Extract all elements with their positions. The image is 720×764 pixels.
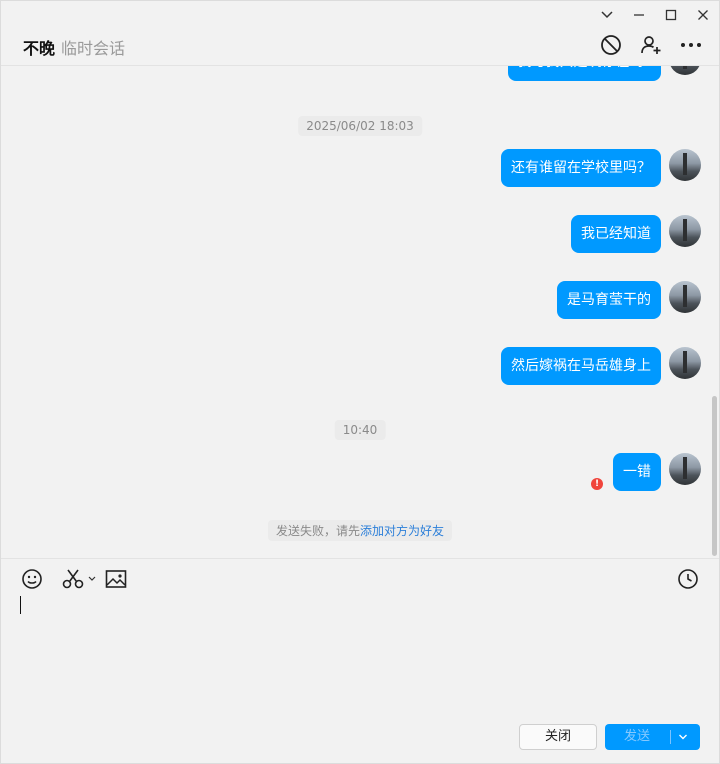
message-row: 一错 bbox=[613, 453, 701, 491]
add-friend-link[interactable]: 添加对方为好友 bbox=[360, 524, 444, 538]
message-row: 我与我共建筑存在吗? bbox=[507, 66, 701, 81]
block-icon[interactable] bbox=[597, 31, 625, 59]
avatar[interactable] bbox=[669, 215, 701, 247]
timestamp: 10:40 bbox=[334, 420, 386, 440]
message-row: 我已经知道 bbox=[571, 215, 701, 253]
chat-header: 不晚 临时会话 bbox=[1, 27, 719, 66]
scissors-icon[interactable] bbox=[61, 567, 85, 591]
send-failed-icon[interactable]: ! bbox=[591, 478, 603, 490]
image-icon[interactable] bbox=[105, 567, 127, 591]
timestamp: 2025/06/02 18:03 bbox=[298, 116, 422, 136]
message-row: 还有谁留在学校里吗？ bbox=[501, 149, 701, 187]
contact-name[interactable]: 不晚 bbox=[23, 35, 55, 59]
system-notice-text: 发送失败，请先 bbox=[275, 524, 360, 538]
close-button[interactable]: 关闭 bbox=[519, 724, 597, 750]
avatar[interactable] bbox=[669, 347, 701, 379]
composer: 关闭 发送 bbox=[1, 558, 719, 764]
send-options-chevron-icon[interactable] bbox=[678, 724, 688, 760]
message-bubble[interactable]: 我已经知道 bbox=[571, 215, 661, 253]
divider bbox=[670, 730, 671, 744]
dropdown-icon[interactable] bbox=[591, 3, 623, 27]
avatar[interactable] bbox=[669, 66, 701, 75]
message-input[interactable] bbox=[20, 596, 21, 614]
avatar[interactable] bbox=[669, 149, 701, 181]
avatar[interactable] bbox=[669, 453, 701, 485]
chat-window: 不晚 临时会话 我与我共建筑存在吗? 2025/06/02 18:03 还有谁留… bbox=[0, 0, 720, 764]
add-friend-icon[interactable] bbox=[637, 31, 665, 59]
chevron-down-icon[interactable] bbox=[88, 567, 96, 591]
header-actions bbox=[597, 31, 705, 59]
window-controls bbox=[591, 3, 719, 27]
message-bubble[interactable]: 是马育莹干的 bbox=[557, 281, 661, 319]
send-button[interactable]: 发送 bbox=[605, 724, 700, 750]
close-icon[interactable] bbox=[687, 3, 719, 27]
more-icon[interactable] bbox=[677, 31, 705, 59]
session-type-label: 临时会话 bbox=[61, 39, 126, 58]
maximize-icon[interactable] bbox=[655, 3, 687, 27]
history-icon[interactable] bbox=[677, 567, 699, 591]
send-button-label: 发送 bbox=[624, 729, 651, 744]
minimize-icon[interactable] bbox=[623, 3, 655, 27]
message-bubble[interactable]: 一错 bbox=[613, 453, 661, 491]
message-bubble[interactable]: 然后嫁祸在马岳雄身上 bbox=[501, 347, 661, 385]
message-row: 然后嫁祸在马岳雄身上 bbox=[501, 347, 701, 385]
system-notice: 发送失败，请先添加对方为好友 bbox=[267, 520, 453, 541]
message-list[interactable]: 我与我共建筑存在吗? 2025/06/02 18:03 还有谁留在学校里吗？ 我… bbox=[1, 66, 719, 558]
message-bubble[interactable]: 我与我共建筑存在吗? bbox=[507, 66, 661, 81]
avatar[interactable] bbox=[669, 281, 701, 313]
emoji-icon[interactable] bbox=[21, 567, 43, 591]
scrollbar[interactable] bbox=[712, 396, 717, 556]
message-bubble[interactable]: 还有谁留在学校里吗？ bbox=[501, 149, 661, 187]
message-row: 是马育莹干的 bbox=[557, 281, 701, 319]
